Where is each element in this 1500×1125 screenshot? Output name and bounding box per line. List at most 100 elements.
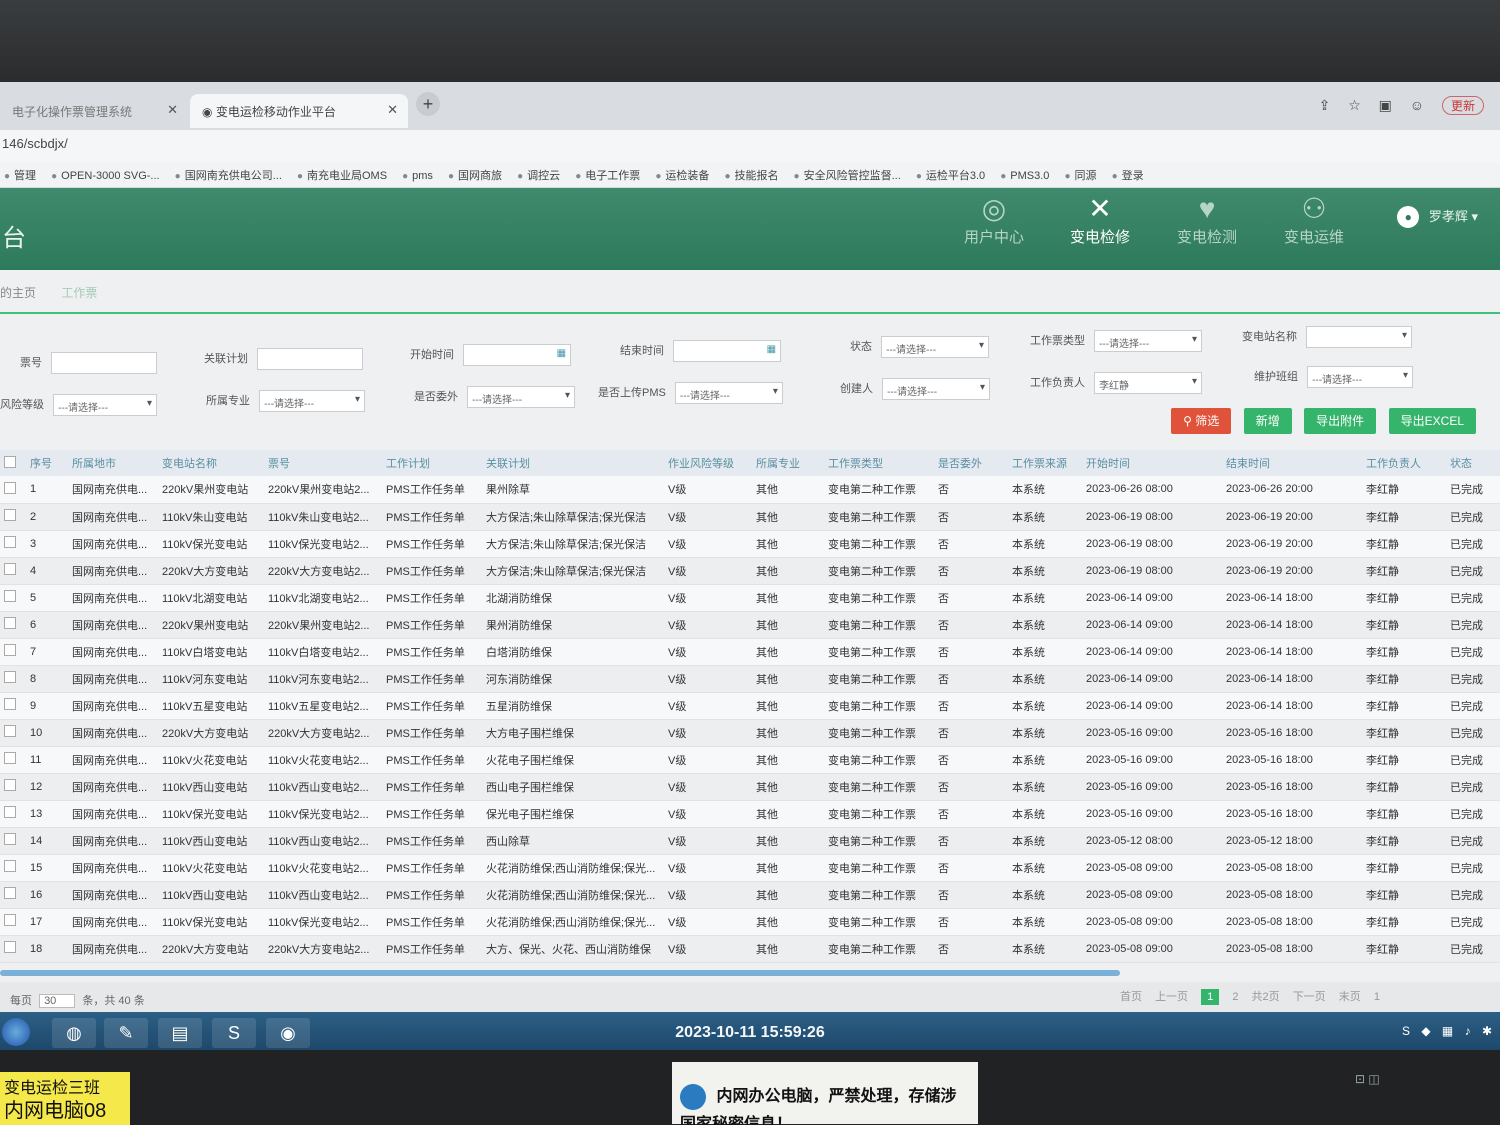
bookmark-item[interactable]: 管理	[4, 167, 36, 183]
bookmark-item[interactable]: PMS3.0	[1000, 170, 1049, 182]
row-checkbox[interactable]	[0, 746, 26, 774]
table-row[interactable]: 10 国网南充供电... 220kV大方变电站 220kV大方变电站2... PMS工作…	[0, 719, 1500, 747]
specialty-select[interactable]: ---请选择---	[259, 390, 366, 412]
export-attachment-button[interactable]: 导出附件	[1304, 408, 1377, 434]
prev-page-button[interactable]: 上一页	[1155, 988, 1188, 1004]
browser-tab-inactive[interactable]: 电子化操作票管理系统 ✕	[0, 94, 188, 128]
table-row[interactable]: 9 国网南充供电... 110kV五星变电站 110kV五星变电站2... PMS工作任…	[0, 692, 1500, 720]
export-excel-button[interactable]: 导出EXCEL	[1388, 408, 1476, 434]
row-checkbox[interactable]	[0, 665, 26, 693]
filter-button[interactable]: ⚲ 筛选	[1171, 408, 1232, 434]
chrome-icon[interactable]: ◍	[52, 1018, 96, 1048]
table-row[interactable]: 7 国网南充供电... 110kV白塔变电站 110kV白塔变电站2... PMS工作任…	[0, 638, 1500, 666]
bookmark-item[interactable]: 同源	[1064, 167, 1097, 183]
per-page-select[interactable]: 30	[39, 994, 76, 1008]
bookmark-item[interactable]: 登录	[1112, 167, 1144, 183]
ime-icon[interactable]: S	[1402, 1024, 1410, 1038]
table-row[interactable]: 2 国网南充供电... 110kV朱山变电站 110kV朱山变电站2... PMS工作任…	[0, 503, 1500, 531]
bookmark-item[interactable]: 调控云	[517, 167, 560, 183]
creator-select[interactable]: ---请选择---	[882, 378, 991, 400]
user-menu[interactable]: ● 罗孝辉 ▾	[1397, 206, 1478, 228]
row-checkbox[interactable]	[0, 530, 26, 558]
tray-app-icon[interactable]: ◆	[1421, 1024, 1430, 1038]
page-number-current[interactable]: 1	[1201, 989, 1220, 1005]
last-page-button[interactable]: 末页	[1339, 988, 1361, 1004]
horizontal-scrollbar[interactable]	[0, 970, 1120, 976]
row-checkbox[interactable]	[0, 800, 26, 828]
table-row[interactable]: 14 国网南充供电... 110kV西山变电站 110kV西山变电站2... PMS工作…	[0, 827, 1500, 855]
goto-page-input[interactable]: 1	[1374, 991, 1380, 1003]
share-icon[interactable]: ⇪	[1319, 97, 1331, 113]
row-checkbox[interactable]	[0, 854, 26, 882]
address-bar[interactable]: 146/scbdjx/	[0, 130, 1500, 162]
profile-icon[interactable]: ☺	[1410, 97, 1424, 113]
related-plan-input[interactable]	[257, 348, 364, 370]
bookmark-item[interactable]: 运检装备	[655, 167, 709, 183]
row-checkbox[interactable]	[0, 827, 26, 855]
start-time-input[interactable]	[463, 344, 572, 366]
first-page-button[interactable]: 首页	[1120, 988, 1142, 1004]
next-page-button[interactable]: 下一页	[1293, 988, 1326, 1004]
row-checkbox[interactable]	[0, 692, 26, 720]
ticket-no-input[interactable]	[51, 352, 158, 374]
tools-app-icon[interactable]: ✎	[104, 1018, 148, 1048]
browser-tab-active[interactable]: ◉ 变电运检移动作业平台 ✕	[190, 94, 408, 128]
table-row[interactable]: 13 国网南充供电... 110kV保光变电站 110kV保光变电站2... PMS工作…	[0, 800, 1500, 828]
row-checkbox[interactable]	[0, 935, 26, 963]
table-row[interactable]: 8 国网南充供电... 110kV河东变电站 110kV河东变电站2... PMS工作任…	[0, 665, 1500, 693]
row-checkbox[interactable]	[0, 773, 26, 801]
row-checkbox[interactable]	[0, 638, 26, 666]
team-select[interactable]: ---请选择---	[1307, 366, 1414, 388]
bookmark-item[interactable]: pms	[402, 170, 433, 182]
network-tray-icon[interactable]: ▦	[1442, 1024, 1453, 1038]
start-button[interactable]	[2, 1018, 30, 1046]
update-button[interactable]: 更新	[1441, 96, 1484, 115]
table-row[interactable]: 16 国网南充供电... 110kV西山变电站 110kV西山变电站2... PMS工作…	[0, 881, 1500, 909]
bookmark-item[interactable]: 南充电业局OMS	[297, 167, 387, 183]
select-all-checkbox[interactable]	[0, 450, 26, 476]
row-checkbox[interactable]	[0, 611, 26, 639]
bookmark-item[interactable]: 运检平台3.0	[916, 167, 985, 183]
table-row[interactable]: 5 国网南充供电... 110kV北湖变电站 110kV北湖变电站2... PMS工作任…	[0, 584, 1500, 612]
table-row[interactable]: 12 国网南充供电... 110kV西山变电站 110kV西山变电站2... PMS工作…	[0, 773, 1500, 801]
table-row[interactable]: 18 国网南充供电... 220kV大方变电站 220kV大方变电站2... PMS工作…	[0, 935, 1500, 963]
bookmark-item[interactable]: 安全风险管控监督...	[794, 167, 901, 183]
breadcrumb-current[interactable]: 工作票	[61, 286, 97, 300]
table-row[interactable]: 4 国网南充供电... 220kV大方变电站 220kV大方变电站2... PMS工作任…	[0, 557, 1500, 585]
volume-icon[interactable]: ♪	[1465, 1024, 1471, 1038]
table-row[interactable]: 6 国网南充供电... 220kV果州变电站 220kV果州变电站2... PMS工作任…	[0, 611, 1500, 639]
bookmark-item[interactable]: 电子工作票	[575, 167, 640, 183]
station-name-select[interactable]	[1306, 326, 1413, 348]
bookmark-item[interactable]: 国网商旅	[448, 167, 502, 183]
table-row[interactable]: 1 国网南充供电... 220kV果州变电站 220kV果州变电站2... PMS工作任…	[0, 476, 1500, 504]
sidebar-icon[interactable]: ▣	[1379, 97, 1392, 113]
bookmark-item[interactable]: OPEN-3000 SVG-...	[51, 170, 159, 182]
close-icon[interactable]: ✕	[167, 102, 178, 118]
table-row[interactable]: 11 国网南充供电... 110kV火花变电站 110kV火花变电站2... PMS工作…	[0, 746, 1500, 774]
row-checkbox[interactable]	[0, 719, 26, 747]
nav-substation-operation[interactable]: ⚇ 变电运维	[1264, 192, 1364, 247]
leader-select[interactable]: 李红静	[1094, 372, 1203, 394]
media-icon[interactable]: ◉	[266, 1018, 310, 1048]
bookmark-item[interactable]: 国网南充供电公司...	[175, 167, 282, 183]
outsourced-select[interactable]: ---请选择---	[467, 386, 576, 408]
nav-user-center[interactable]: ◎ 用户中心	[944, 192, 1044, 247]
row-checkbox[interactable]	[0, 908, 26, 936]
folder-icon[interactable]: ▤	[158, 1018, 202, 1048]
star-icon[interactable]: ☆	[1348, 97, 1361, 113]
breadcrumb-home[interactable]: 的主页	[0, 286, 36, 300]
spreadsheet-icon[interactable]: S	[212, 1018, 256, 1048]
table-row[interactable]: 3 国网南充供电... 110kV保光变电站 110kV保光变电站2... PMS工作任…	[0, 530, 1500, 558]
row-checkbox[interactable]	[0, 881, 26, 909]
row-checkbox[interactable]	[0, 476, 26, 504]
table-row[interactable]: 17 国网南充供电... 110kV保光变电站 110kV保光变电站2... PMS工作…	[0, 908, 1500, 936]
upload-pms-select[interactable]: ---请选择---	[674, 382, 783, 404]
row-checkbox[interactable]	[0, 557, 26, 585]
nav-substation-maintenance[interactable]: ✕ 变电检修	[1050, 192, 1150, 247]
new-tab-button[interactable]: +	[416, 92, 440, 116]
bookmark-item[interactable]: 技能报名	[724, 167, 778, 183]
row-checkbox[interactable]	[0, 503, 26, 531]
ticket-type-select[interactable]: ---请选择---	[1094, 330, 1203, 352]
table-row[interactable]: 15 国网南充供电... 110kV火花变电站 110kV火花变电站2... PMS工作…	[0, 854, 1500, 882]
end-time-input[interactable]	[673, 340, 782, 362]
